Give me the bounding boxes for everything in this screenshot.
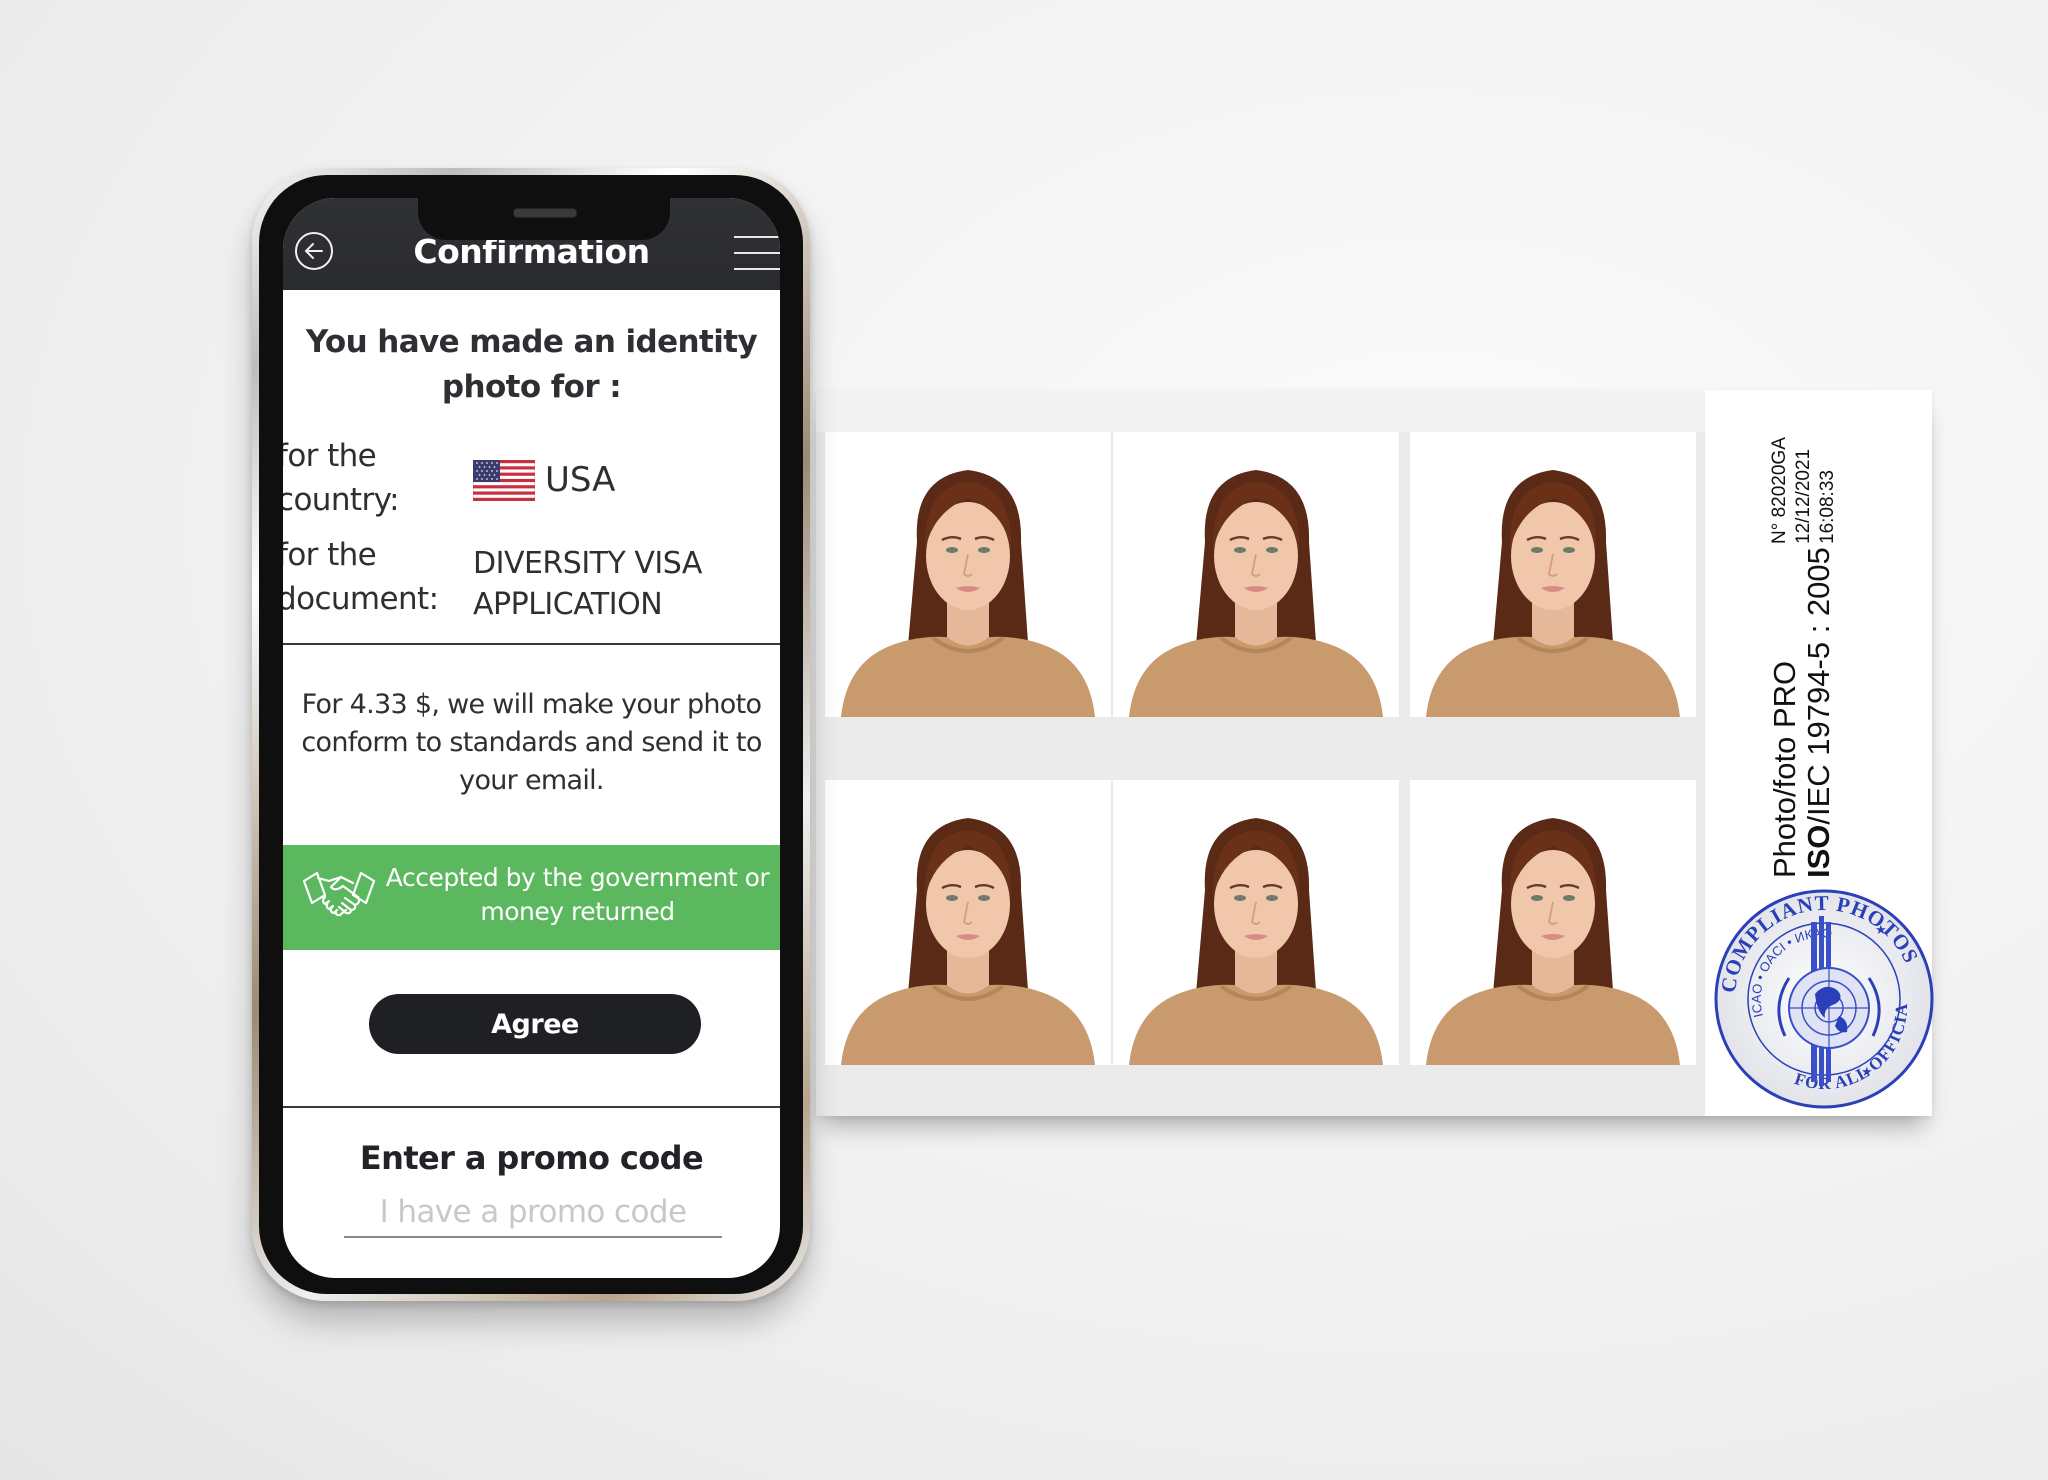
hamburger-line-icon <box>734 268 780 270</box>
id-photo <box>1113 780 1399 1065</box>
photo-sheet: N° 82020GA 12/12/2021 16:08:33 Photo/fot… <box>816 390 1934 1116</box>
id-photo <box>825 780 1111 1065</box>
guarantee-banner: Accepted by the government or money retu… <box>283 845 780 950</box>
us-flag-icon <box>473 460 535 501</box>
id-photo <box>1113 432 1399 717</box>
icao-compliant-seal-icon: COMPLIANT PHOTOS FOR ALL OFFICIAL ICAO •… <box>1711 886 1934 1109</box>
portrait-image <box>1113 432 1399 717</box>
print-date: 12/12/2021 <box>1793 448 1814 544</box>
divider <box>283 643 780 645</box>
svg-text:★: ★ <box>1861 1065 1873 1080</box>
document-label: for the document: <box>283 537 439 617</box>
hamburger-line-icon <box>734 252 780 254</box>
document-value: DIVERSITY VISA APPLICATION <box>473 546 702 622</box>
country-value: USA <box>545 460 616 500</box>
promo-title: Enter a promo code <box>359 1139 704 1177</box>
iso-bold: ISO <box>1801 824 1836 878</box>
agree-button[interactable]: Agree <box>369 994 701 1054</box>
promo-code-input[interactable] <box>344 1188 722 1238</box>
handshake-icon <box>302 871 376 917</box>
price-offer-text: For 4.33 $, we will make your photo conf… <box>301 689 762 796</box>
guarantee-text: Accepted by the government or money retu… <box>385 863 770 926</box>
confirmation-lead: You have made an identity photo for : <box>305 324 758 405</box>
print-time: 16:08:33 <box>1817 470 1838 544</box>
sheet-top-margin <box>816 390 1705 432</box>
phone-frame: Confirmation You have made an identity p… <box>252 168 810 1301</box>
id-photo <box>825 432 1111 717</box>
brand-label: Photo/foto PRO <box>1767 660 1802 878</box>
portrait-image <box>1113 780 1399 1065</box>
menu-button[interactable] <box>734 236 780 270</box>
svg-text:★: ★ <box>1875 923 1887 938</box>
phone-screen: Confirmation You have made an identity p… <box>283 198 780 1278</box>
iso-standard: ISO/IEC 19794-5 : 2005 <box>1801 547 1836 878</box>
speaker-grille <box>513 208 577 218</box>
serial-number: N° 82020GA <box>1769 437 1790 544</box>
portrait-image <box>825 780 1111 1065</box>
id-photo <box>1410 432 1696 717</box>
portrait-image <box>1410 432 1696 717</box>
country-label: for the country: <box>283 438 400 518</box>
id-photo <box>1410 780 1696 1065</box>
divider <box>283 1106 780 1108</box>
portrait-image <box>825 432 1111 717</box>
portrait-image <box>1410 780 1696 1065</box>
iso-rest: /IEC 19794-5 : 2005 <box>1801 547 1836 825</box>
hamburger-line-icon <box>734 236 780 238</box>
phone-notch <box>418 198 670 240</box>
